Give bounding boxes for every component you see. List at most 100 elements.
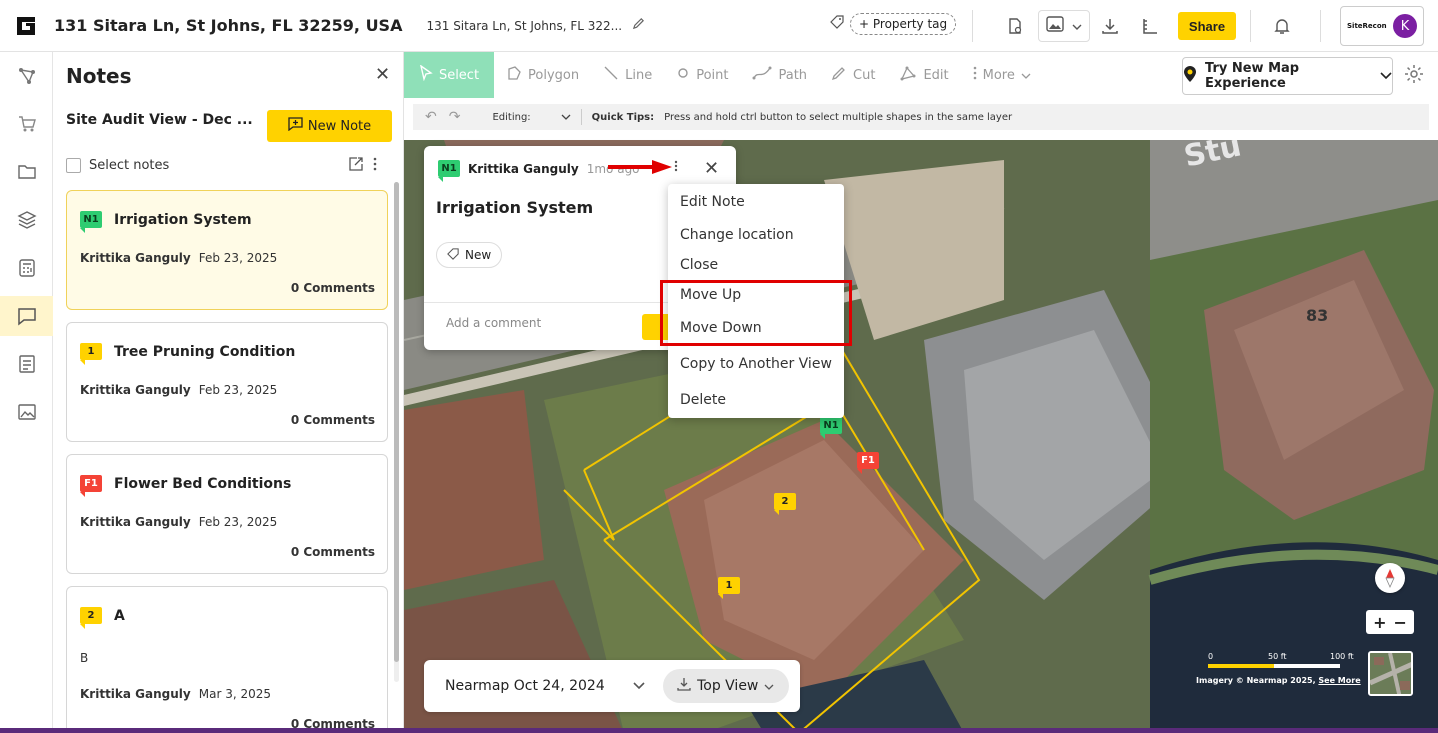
edit-shape-icon [899,65,917,85]
share-button[interactable]: Share [1178,12,1236,40]
quick-tips-bar: ↶ ↷ Editing: Quick Tips: Press and hold … [413,104,1429,130]
menu-copy-to-view[interactable]: Copy to Another View [680,356,832,372]
map-marker-f1[interactable]: F1 [857,452,879,474]
chevron-down-icon [1380,69,1392,84]
note-meta: Krittika Ganguly Mar 3, 2025 [80,687,271,701]
notes-nav-icon[interactable] [0,296,53,336]
tool-cut[interactable]: Cut [819,52,887,98]
export-icon[interactable] [349,157,363,175]
property-address-subtitle: 131 Sitara Ln, St Johns, FL 322... [426,18,623,33]
view-mode-dropdown[interactable]: Top View [662,669,789,703]
see-more-link[interactable]: See More [1318,676,1360,685]
note-title: Tree Pruning Condition [114,343,296,360]
divider [580,109,582,125]
house-number: 83 [1306,306,1329,325]
view-mode-label: Top View [697,678,759,694]
card-header: 2 A [80,607,125,629]
measure-icon[interactable] [1138,14,1162,38]
tool-point[interactable]: Point [664,52,740,98]
editing-label: Editing: [492,111,531,123]
tool-polygon[interactable]: Polygon [494,52,591,98]
try-map-label: Try New Map Experience [1205,61,1300,91]
folder-icon[interactable] [0,152,53,192]
note-card[interactable]: N1 Irrigation System Krittika Ganguly Fe… [66,190,388,310]
close-icon[interactable]: ✕ [375,64,390,85]
more-vertical-icon[interactable] [674,160,678,176]
menu-edit-note[interactable]: Edit Note [680,194,745,210]
scrollbar-thumb[interactable] [394,182,399,662]
note-card[interactable]: 2 A B Krittika Ganguly Mar 3, 2025 0 Com… [66,586,388,733]
note-date: Mar 3, 2025 [198,687,271,701]
imagery-date[interactable]: Nearmap Oct 24, 2024 [445,678,605,694]
map-marker-n1[interactable]: N1 [820,417,842,439]
select-notes-checkbox[interactable] [66,158,81,173]
tag-icon [830,15,844,33]
map-marker-1[interactable]: 1 [718,577,740,599]
tag-label: New [465,248,492,262]
download-icon[interactable] [1098,14,1122,38]
layers-icon[interactable] [0,200,53,240]
editing-dropdown[interactable]: Editing: [492,111,571,123]
edit-pencil-icon[interactable] [632,17,645,34]
tool-path[interactable]: Path [740,52,819,98]
path-icon [752,65,772,85]
bottom-strip [0,728,1438,733]
document-settings-icon[interactable] [1003,14,1027,38]
zoom-in-button[interactable]: + [1373,613,1386,632]
bell-icon[interactable] [1270,14,1294,38]
tool-label: Cut [853,67,876,83]
redo-icon[interactable]: ↷ [449,109,461,125]
tool-label: Line [625,67,653,83]
note-card[interactable]: F1 Flower Bed Conditions Krittika Gangul… [66,454,388,574]
chevron-down-icon [561,112,571,123]
new-note-button[interactable]: New Note [267,110,392,142]
try-new-map-button[interactable]: Try New Map Experience [1182,57,1393,95]
zoom-out-button[interactable]: − [1394,613,1407,632]
note-marker-badge: N1 [438,160,460,182]
tool-select[interactable]: Select [404,52,494,98]
note-author: Krittika Ganguly [80,383,191,397]
gallery-icon[interactable] [0,392,53,432]
gear-icon[interactable] [1404,64,1424,88]
property-tag-area: + Property tag [830,13,957,35]
undo-icon[interactable]: ↶ [425,109,437,125]
image-dropdown-button[interactable] [1038,10,1090,42]
avatar[interactable]: K [1393,14,1417,38]
line-icon [603,65,619,85]
select-notes-label: Select notes [89,158,170,173]
account-menu[interactable]: SiteRecon K [1340,6,1424,46]
report-icon[interactable] [0,344,53,384]
app-logo[interactable] [0,0,52,52]
compass-icon[interactable] [1375,563,1405,593]
polygon-icon [506,65,522,85]
select-notes-row[interactable]: Select notes [66,158,169,173]
menu-change-location[interactable]: Change location [680,227,794,243]
divider [1320,10,1321,42]
notes-panel: Notes ✕ Site Audit View - Dec ... New No… [53,52,404,733]
shapes-nav-icon[interactable] [0,56,53,96]
tool-more[interactable]: More [961,52,1043,98]
tool-edit[interactable]: Edit [887,52,960,98]
close-icon[interactable]: ✕ [704,158,719,179]
basemap-thumbnail[interactable] [1368,651,1413,696]
chevron-down-icon[interactable] [633,679,645,694]
image-icon [1046,16,1065,36]
menu-close[interactable]: Close [680,257,718,273]
quick-tips-text: Press and hold ctrl button to select mul… [664,111,1013,123]
brand-logo: SiteRecon [1347,22,1387,30]
add-property-tag-button[interactable]: + Property tag [850,13,957,35]
note-tag[interactable]: New [436,242,503,268]
more-vertical-icon[interactable] [373,157,377,175]
menu-delete[interactable]: Delete [680,392,726,408]
cart-icon[interactable] [0,104,53,144]
note-body: B [80,651,89,665]
tool-line[interactable]: Line [591,52,664,98]
scale-labels: 0 50 ft 100 ft [1208,652,1358,662]
map-marker-2[interactable]: 2 [774,493,796,515]
comment-input[interactable]: Add a comment [446,316,541,330]
tool-label: Select [438,67,480,83]
note-card[interactable]: 1 Tree Pruning Condition Krittika Gangul… [66,322,388,442]
note-marker-badge: N1 [80,211,102,233]
chevron-down-icon [1072,19,1082,34]
calculator-icon[interactable] [0,248,53,288]
